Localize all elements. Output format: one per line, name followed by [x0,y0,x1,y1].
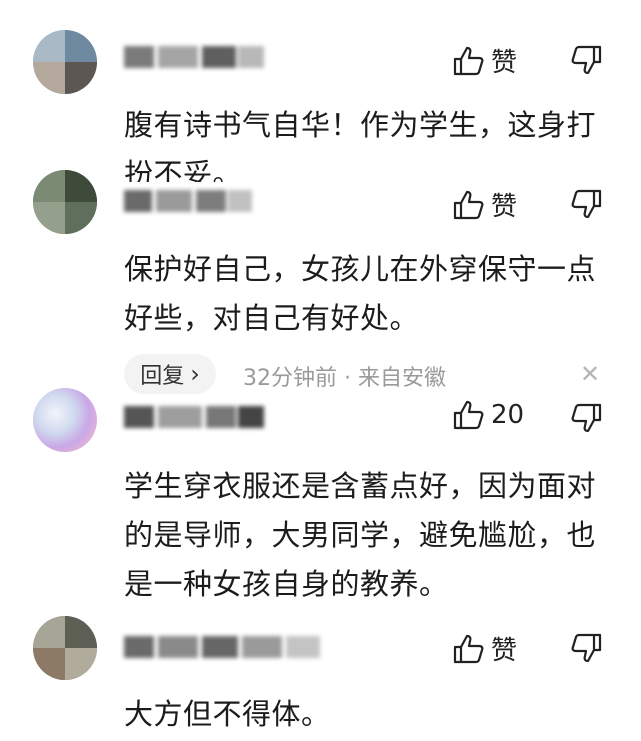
chevron-right-icon: › [190,360,200,388]
thumbs-up-icon [453,190,484,219]
avatar[interactable] [33,616,97,680]
like-button[interactable]: 赞 [453,186,517,223]
close-icon[interactable]: ✕ [580,362,600,386]
thumbs-up-icon [453,634,484,663]
like-button[interactable]: 赞 [453,630,517,667]
thumbs-down-icon[interactable] [570,189,602,219]
timestamp: 32分钟前 [243,366,337,391]
reply-label: 回复 [140,364,185,389]
comment-meta: 32分钟前 · 来自安徽 [243,360,446,392]
thumbs-down-icon[interactable] [570,403,602,433]
comment-text: 腹有诗书气自华！作为学生，这身打扮不妥。 [124,108,597,182]
comment-text: 保护好自己，女孩儿在外穿保守一点好些，对自己有好处。 [124,252,597,335]
reply-button[interactable]: 回复 › [124,354,216,394]
like-button[interactable]: 20 [453,400,524,430]
comment-text: 学生穿衣服还是含蓄点好，因为面对的是导师，大男同学，避免尴尬，也是一种女孩自身的… [124,469,597,601]
like-count: 20 [491,400,525,430]
location: 来自安徽 [358,366,447,391]
like-label: 赞 [491,192,518,222]
username-blurred[interactable] [124,190,252,212]
thumbs-down-icon[interactable] [570,633,602,663]
username-blurred[interactable] [124,406,264,428]
like-label: 赞 [491,636,518,666]
avatar[interactable] [33,388,97,452]
thumbs-up-icon [453,400,484,430]
comment-text: 大方但不得体。 [124,697,331,731]
avatar[interactable] [33,170,97,234]
username-blurred[interactable] [124,636,320,658]
meta-separator: · [344,366,351,391]
